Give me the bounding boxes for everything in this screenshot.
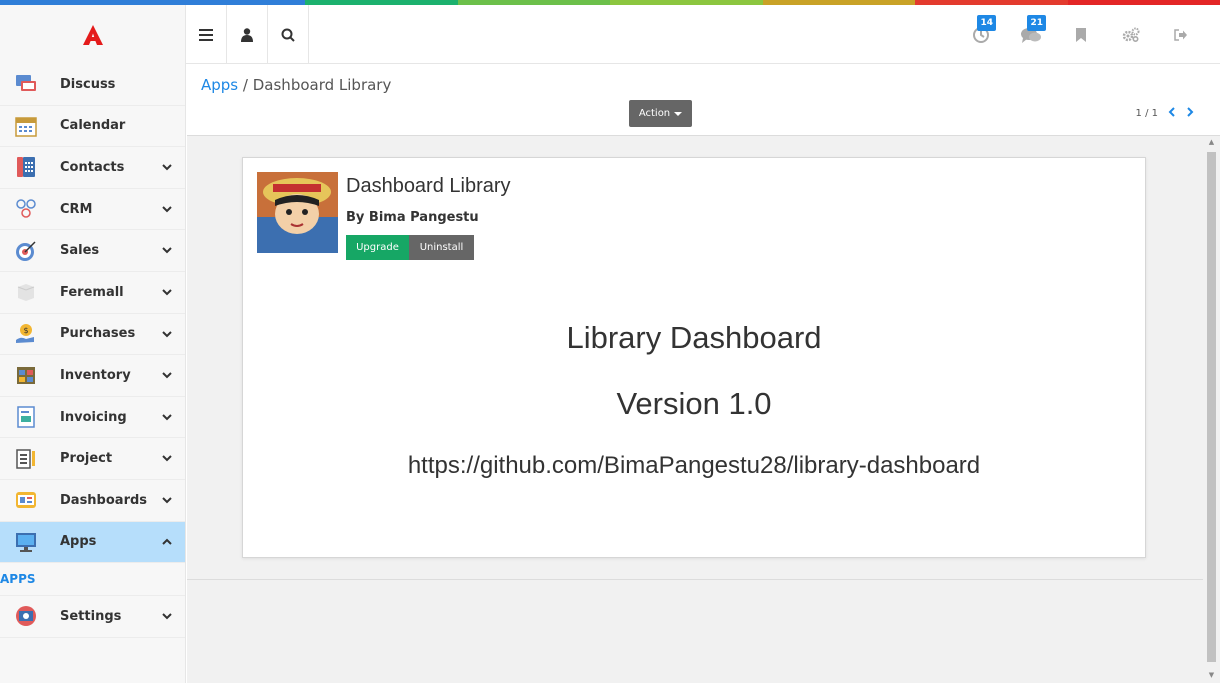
sidebar-item-invoicing[interactable]: Invoicing [0, 397, 185, 439]
chevron-down-icon [162, 330, 172, 337]
chevron-down-icon [162, 289, 172, 296]
dashboards-icon [14, 488, 38, 512]
sidebar-item-contacts[interactable]: Contacts [0, 147, 185, 189]
crm-icon [14, 197, 38, 221]
top-navbar: 14 21 [0, 5, 1220, 64]
chevron-left-icon [1168, 107, 1175, 117]
search-button[interactable] [268, 5, 309, 64]
uninstall-button[interactable]: Uninstall [409, 235, 474, 260]
sidebar-subitem-label: APPS [0, 572, 36, 587]
settings-button[interactable] [1106, 5, 1156, 64]
breadcrumb-apps-link[interactable]: Apps [201, 76, 238, 94]
caret-down-icon [674, 111, 683, 116]
chevron-down-icon [162, 414, 172, 421]
sidebar-subitem-apps[interactable]: APPS [0, 563, 185, 597]
description-version: Version 1.0 [616, 386, 772, 421]
bookmark-button[interactable] [1056, 5, 1106, 64]
description-title: Library Dashboard [566, 320, 822, 355]
sidebar-item-feremall[interactable]: Feremall [0, 272, 185, 314]
sidebar-item-sales[interactable]: Sales [0, 230, 185, 272]
breadcrumb-separator: / [242, 76, 248, 94]
activity-button[interactable]: 14 [956, 5, 1006, 64]
messages-badge: 21 [1027, 15, 1046, 31]
brand[interactable] [0, 5, 186, 64]
pager: 1 / 1 [1136, 106, 1194, 121]
chevron-down-icon [162, 613, 172, 620]
chevron-right-icon [1187, 107, 1194, 117]
sidebar-item-apps[interactable]: Apps [0, 521, 185, 564]
bookmark-icon [1076, 27, 1086, 42]
chevron-down-icon [162, 497, 172, 504]
breadcrumb: Apps / Dashboard Library [201, 76, 391, 94]
contacts-icon [14, 155, 38, 179]
logout-button[interactable] [1156, 5, 1206, 64]
sidebar-item-crm[interactable]: CRM [0, 189, 185, 231]
sidebar-item-dashboards[interactable]: Dashboards [0, 480, 185, 522]
calendar-icon [14, 114, 38, 138]
breadcrumb-current: Dashboard Library [252, 76, 392, 94]
chevron-down-icon [162, 372, 172, 379]
sidebar-item-calendar[interactable]: Calendar [0, 106, 185, 148]
pager-next-button[interactable] [1186, 106, 1194, 121]
chevron-down-icon [162, 455, 172, 462]
chevron-down-icon [162, 247, 172, 254]
chevron-up-icon [162, 538, 172, 545]
sidebar-item-discuss[interactable]: Discuss [0, 64, 185, 106]
module-title: Dashboard Library [346, 175, 511, 197]
menu-icon [199, 28, 213, 41]
project-icon [14, 447, 38, 471]
settings-icon [1122, 27, 1140, 42]
inventory-icon [14, 363, 38, 387]
module-author: By Bima Pangestu [346, 210, 479, 225]
brand-logo-icon [82, 24, 103, 45]
pager-value[interactable]: 1 / 1 [1136, 108, 1158, 119]
menu-toggle-button[interactable] [186, 5, 227, 64]
discuss-icon [14, 72, 38, 96]
main-content: Apps / Dashboard Library Action 1 / 1 Da… [187, 64, 1220, 683]
apps-icon [14, 530, 38, 554]
sidebar-item-purchases[interactable]: $ Purchases [0, 314, 185, 356]
upgrade-button[interactable]: Upgrade [346, 235, 409, 260]
activity-badge: 14 [977, 15, 996, 31]
description-url[interactable]: https://github.com/BimaPangestu28/librar… [243, 452, 1145, 480]
svg-text:$: $ [23, 326, 28, 335]
sidebar: Discuss Calendar Contacts CRM Sales Fere… [0, 64, 186, 683]
module-image [257, 172, 338, 253]
logout-icon [1174, 28, 1187, 41]
feremall-icon [14, 280, 38, 304]
chevron-down-icon [162, 164, 172, 171]
sales-icon [14, 239, 38, 263]
search-icon [281, 28, 295, 42]
sidebar-item-project[interactable]: Project [0, 438, 185, 480]
module-sheet: Dashboard Library By Bima Pangestu Upgra… [242, 157, 1146, 558]
sidebar-item-settings[interactable]: Settings [0, 596, 185, 638]
scroll-down-arrow[interactable]: ▼ [1207, 671, 1216, 681]
purchases-icon: $ [14, 322, 38, 346]
user-button[interactable] [227, 5, 268, 64]
scroll-up-arrow[interactable]: ▲ [1207, 138, 1216, 148]
form-view: Dashboard Library By Bima Pangestu Upgra… [187, 136, 1203, 580]
sidebar-item-inventory[interactable]: Inventory [0, 355, 185, 397]
action-label: Action [638, 108, 671, 119]
control-panel: Apps / Dashboard Library Action 1 / 1 [187, 64, 1220, 136]
action-dropdown-button[interactable]: Action [629, 100, 692, 127]
scroll-thumb[interactable] [1207, 152, 1216, 662]
messages-button[interactable]: 21 [1006, 5, 1056, 64]
pager-previous-button[interactable] [1168, 106, 1176, 121]
chevron-down-icon [162, 206, 172, 213]
vertical-scrollbar[interactable]: ▲ ▼ [1203, 136, 1220, 683]
invoicing-icon [14, 405, 38, 429]
user-icon [241, 27, 253, 42]
settings-app-icon [14, 604, 38, 628]
